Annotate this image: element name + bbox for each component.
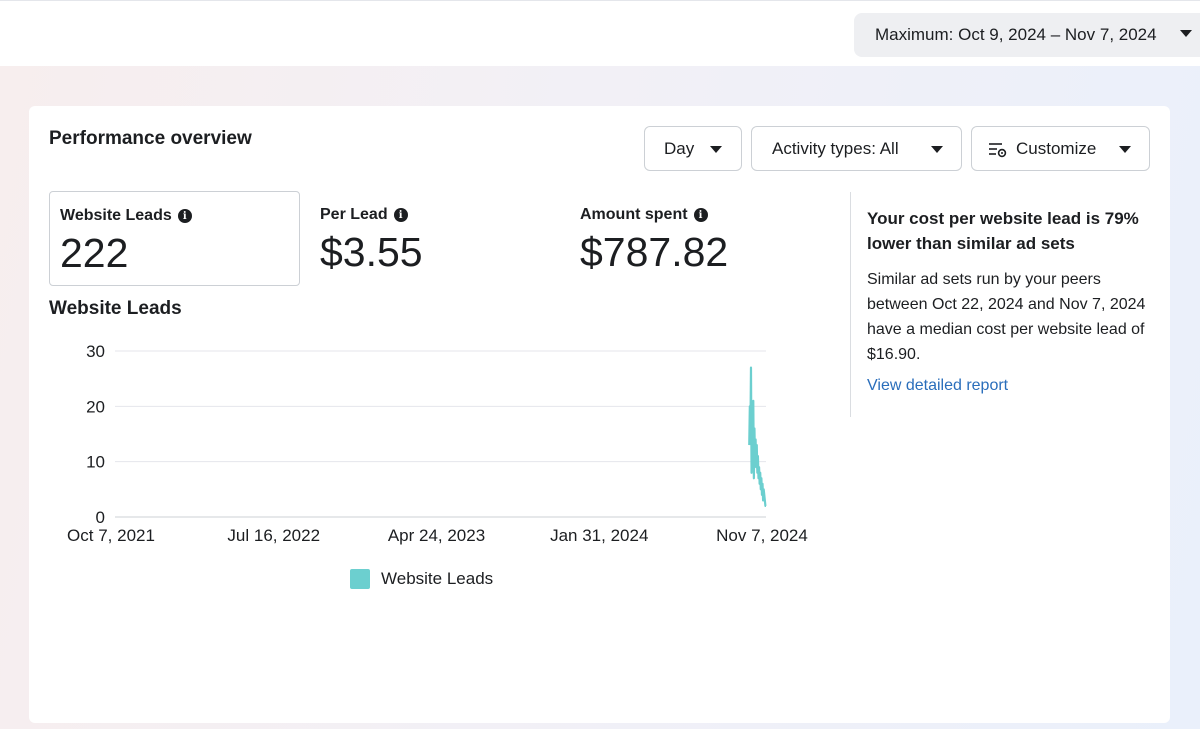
insight-headline: Your cost per website lead is 79% lower … [867, 209, 1139, 253]
series-line [748, 366, 767, 508]
x-tick-label: Nov 7, 2024 [716, 526, 808, 545]
chevron-down-icon [1180, 30, 1192, 37]
y-tick-label: 10 [86, 453, 105, 472]
customize-dropdown[interactable]: Customize [971, 126, 1150, 171]
divider [850, 192, 851, 417]
customize-label: Customize [1016, 138, 1097, 158]
chevron-down-icon [1119, 146, 1131, 153]
legend-label: Website Leads [381, 569, 494, 588]
y-tick-label: 30 [86, 342, 105, 361]
date-range-label: Maximum: Oct 9, 2024 – Nov 7, 2024 [875, 25, 1157, 44]
line-chart: 0 10 20 30 Oct 7, 2021 Jul 16, 2022 Apr 24, 20… [67, 342, 808, 545]
performance-overview-card: Performance overview Day Activity types:… [29, 106, 1170, 723]
insight-body: Similar ad sets run by your peers betwee… [867, 271, 1146, 363]
legend-swatch [350, 569, 370, 589]
x-tick-label: Jul 16, 2022 [227, 526, 320, 545]
x-tick-label: Jan 31, 2024 [550, 526, 648, 545]
y-tick-label: 20 [86, 397, 105, 416]
date-range-dropdown[interactable]: Maximum: Oct 9, 2024 – Nov 7, 2024 [854, 13, 1200, 57]
insight-panel: Your cost per website lead is 79% lower … [867, 206, 1152, 395]
y-tick-label: 0 [96, 508, 105, 527]
chart-legend[interactable]: Website Leads [350, 569, 493, 589]
customize-columns-icon [989, 143, 1007, 158]
chevron-down-icon [931, 146, 943, 153]
x-tick-label: Apr 24, 2023 [388, 526, 485, 545]
view-detailed-report-link[interactable]: View detailed report [867, 377, 1152, 395]
top-bar: Maximum: Oct 9, 2024 – Nov 7, 2024 [0, 0, 1200, 66]
x-tick-label: Oct 7, 2021 [67, 526, 155, 545]
